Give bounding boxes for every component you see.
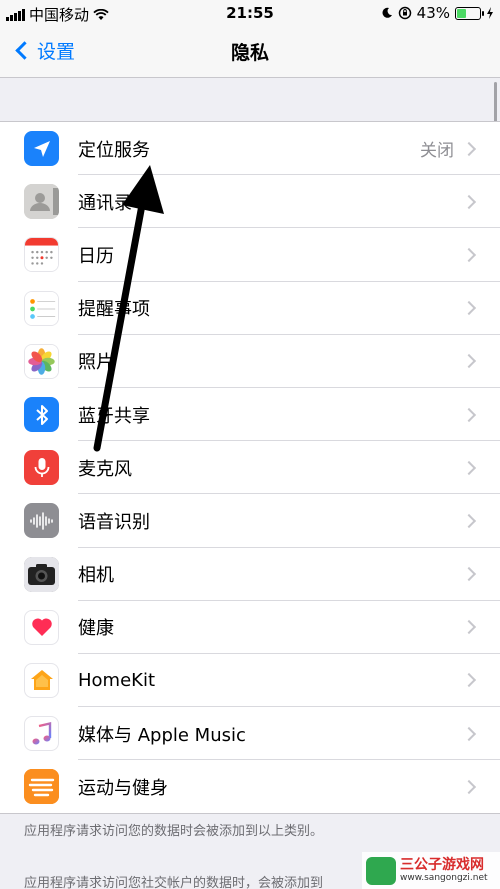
privacy-row-value: 关闭 <box>420 141 454 162</box>
contacts-icon <box>24 184 59 220</box>
microphone-icon <box>24 450 59 486</box>
privacy-row-label: 麦克风 <box>78 458 132 480</box>
privacy-row[interactable]: 麦克风 <box>0 441 500 495</box>
health-heart-icon <box>24 609 59 645</box>
speech-recognition-icon <box>24 503 59 539</box>
chevron-right-icon <box>461 301 477 316</box>
chevron-right-icon <box>461 460 477 475</box>
privacy-row-label: 运动与健身 <box>78 777 168 799</box>
chevron-right-icon <box>461 779 477 794</box>
music-note-icon <box>24 716 59 752</box>
page-title: 隐私 <box>230 42 269 64</box>
battery-icon <box>455 6 484 20</box>
privacy-row[interactable]: 通讯录 <box>0 175 500 229</box>
privacy-row[interactable]: 提醒事项 <box>0 282 500 335</box>
chevron-right-icon <box>461 354 477 369</box>
motion-fitness-icon <box>24 769 59 805</box>
status-right: 43% <box>381 4 494 22</box>
reminders-icon <box>24 290 59 326</box>
orientation-lock-icon <box>398 6 411 20</box>
chevron-right-icon <box>461 141 477 156</box>
chevron-right-icon <box>461 194 477 209</box>
camera-icon <box>24 556 59 592</box>
privacy-row-label: 照片 <box>78 352 114 374</box>
privacy-row[interactable]: 媒体与 Apple Music <box>0 707 500 761</box>
chevron-right-icon <box>461 407 477 422</box>
privacy-row-label: 提醒事项 <box>78 299 150 321</box>
watermark-title: 三公子游戏网 <box>400 857 484 873</box>
footer-note-1: 应用程序请求访问您的数据时会被添加到以上类别。 <box>24 824 324 839</box>
privacy-row-label: 日历 <box>78 245 114 267</box>
privacy-row-label: 蓝牙共享 <box>78 405 150 427</box>
chevron-right-icon <box>461 513 477 528</box>
privacy-row-label: HomeKit <box>78 669 156 691</box>
privacy-row[interactable]: 相机 <box>0 548 500 601</box>
homekit-house-icon <box>24 662 59 698</box>
privacy-row-label: 健康 <box>78 618 114 640</box>
bluetooth-icon <box>24 397 59 433</box>
footer-note-2: 应用程序请求访问您社交帐户的数据时，会被添加到 <box>24 876 324 889</box>
privacy-row-label: 相机 <box>78 565 114 587</box>
chevron-right-icon <box>461 567 477 582</box>
watermark-logo <box>366 856 396 885</box>
watermark: 三公子游戏网 www.sangongzi.net <box>362 852 500 889</box>
privacy-row[interactable]: 语音识别 <box>0 494 500 548</box>
battery-level-fill <box>457 8 467 18</box>
chevron-right-icon <box>461 620 477 635</box>
calendar-icon <box>24 237 59 273</box>
privacy-row[interactable]: 蓝牙共享 <box>0 388 500 442</box>
privacy-row-label: 通讯录 <box>78 192 132 214</box>
battery-percent: 43% <box>416 4 450 22</box>
watermark-text: 三公子游戏网 www.sangongzi.net <box>400 858 488 883</box>
chevron-right-icon <box>461 247 477 263</box>
watermark-url: www.sangongzi.net <box>400 873 488 883</box>
privacy-row-label: 媒体与 Apple Music <box>78 724 246 746</box>
privacy-row[interactable]: 照片 <box>0 335 500 388</box>
privacy-row[interactable]: 日历 <box>0 228 500 282</box>
privacy-row[interactable]: HomeKit <box>0 654 500 708</box>
navigation-bar: 设置 隐私 <box>0 26 500 78</box>
photos-icon <box>24 343 59 379</box>
privacy-row[interactable]: 健康 <box>0 601 500 654</box>
privacy-row-label: 语音识别 <box>78 511 150 533</box>
chevron-right-icon <box>461 673 477 688</box>
status-bar: 中国移动 21:55 43% <box>0 0 500 26</box>
do-not-disturb-moon-icon <box>382 7 392 18</box>
location-arrow-icon <box>24 131 59 167</box>
privacy-settings-list: 定位服务 关闭通讯录日历提醒事项照片蓝牙共享麦克风语音识别相机健康 HomeKit 媒… <box>0 121 500 815</box>
privacy-row[interactable]: 定位服务 关闭 <box>0 122 500 176</box>
privacy-row[interactable]: 运动与健身 <box>0 760 500 813</box>
charging-bolt-icon <box>487 7 493 19</box>
privacy-row-label: 定位服务 <box>78 139 150 161</box>
chevron-right-icon <box>461 726 477 741</box>
